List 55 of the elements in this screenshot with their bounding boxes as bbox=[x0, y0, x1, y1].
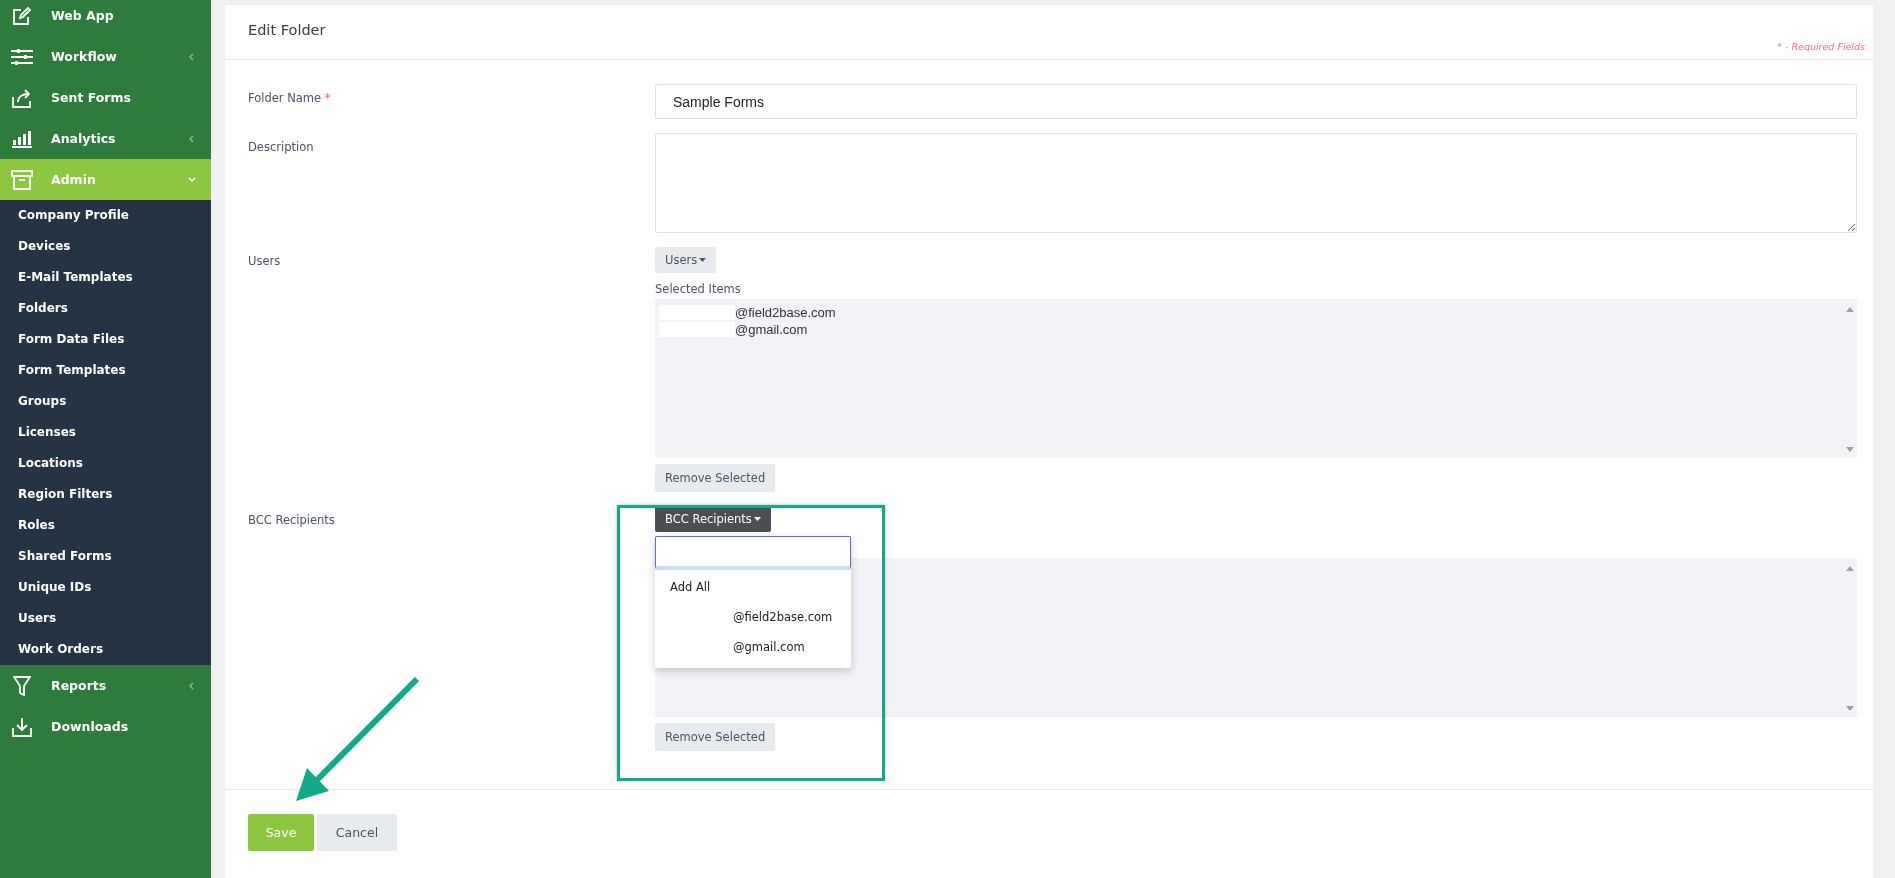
list-item[interactable]: @field2base.com bbox=[735, 305, 836, 320]
sidebar-item[interactable]: Downloads bbox=[0, 706, 211, 747]
submenu-item[interactable]: Roles bbox=[0, 510, 211, 541]
submenu-item[interactable]: Locations bbox=[0, 448, 211, 479]
page-title: Edit Folder bbox=[248, 21, 326, 38]
submenu-item[interactable]: Devices bbox=[0, 231, 211, 262]
archive-icon bbox=[11, 169, 33, 190]
submenu-item[interactable]: Users bbox=[0, 603, 211, 634]
share-icon bbox=[11, 87, 33, 108]
field-label: Users bbox=[248, 254, 281, 268]
submenu-item[interactable]: E-Mail Templates bbox=[0, 262, 211, 293]
remove-selected-button[interactable]: Remove Selected bbox=[655, 464, 776, 492]
sidebar-item[interactable]: Workflow bbox=[0, 36, 211, 77]
bar-chart-icon bbox=[12, 129, 32, 148]
submenu-item[interactable]: Form Data Files bbox=[0, 324, 211, 355]
dropdown-button[interactable]: BCC Recipients bbox=[655, 506, 771, 532]
field-label: Description bbox=[248, 140, 314, 154]
cancel-button[interactable]: Cancel bbox=[317, 814, 397, 851]
submenu-item[interactable]: Groups bbox=[0, 386, 211, 417]
submenu-item[interactable]: Form Templates bbox=[0, 355, 211, 386]
field-label: BCC Recipients bbox=[248, 513, 335, 527]
dropdown-option[interactable]: @field2base.com bbox=[655, 602, 851, 632]
dropdown-option[interactable]: @gmail.com bbox=[655, 632, 851, 662]
add-all-option[interactable]: Add All bbox=[655, 570, 851, 602]
submenu-item[interactable]: Work Orders bbox=[0, 634, 211, 665]
scroll-down-icon bbox=[1846, 706, 1854, 711]
field-label: Folder Name bbox=[248, 91, 322, 105]
required-fields-note: * - Required Fields bbox=[1777, 41, 1865, 52]
submenu-item[interactable]: Folders bbox=[0, 293, 211, 324]
remove-selected-button[interactable]: Remove Selected bbox=[655, 723, 776, 751]
download-icon bbox=[12, 716, 32, 737]
submenu-item[interactable]: Region Filters bbox=[0, 479, 211, 510]
list-item[interactable]: @gmail.com bbox=[735, 322, 808, 337]
caret-icon bbox=[699, 258, 707, 262]
sidebar-item[interactable]: Web App bbox=[0, 0, 211, 36]
caret-icon bbox=[753, 517, 761, 521]
description-field[interactable] bbox=[655, 133, 1857, 233]
search-field[interactable] bbox=[655, 536, 851, 570]
sliders-icon bbox=[11, 48, 33, 65]
sidebar-item[interactable]: Reports bbox=[0, 665, 211, 706]
scroll-down-icon bbox=[1846, 447, 1854, 452]
submenu-item[interactable]: Shared Forms bbox=[0, 541, 211, 572]
filter-icon bbox=[13, 675, 31, 696]
dropdown-button[interactable]: Users bbox=[655, 247, 717, 273]
submenu-item[interactable]: Licenses bbox=[0, 417, 211, 448]
sidebar-item[interactable]: Analytics bbox=[0, 118, 211, 159]
sidebar-item[interactable]: Sent Forms bbox=[0, 77, 211, 118]
folder-name-field[interactable]: Sample Forms bbox=[655, 84, 1857, 119]
submenu-item[interactable]: Unique IDs bbox=[0, 572, 211, 603]
scroll-up-icon bbox=[1846, 566, 1854, 571]
selected-items-caption: Selected Items bbox=[655, 281, 742, 298]
required-mark: * bbox=[324, 91, 331, 105]
scroll-up-icon bbox=[1846, 307, 1854, 312]
edit-icon bbox=[12, 5, 32, 26]
submenu-item[interactable]: Company Profile bbox=[0, 200, 211, 231]
